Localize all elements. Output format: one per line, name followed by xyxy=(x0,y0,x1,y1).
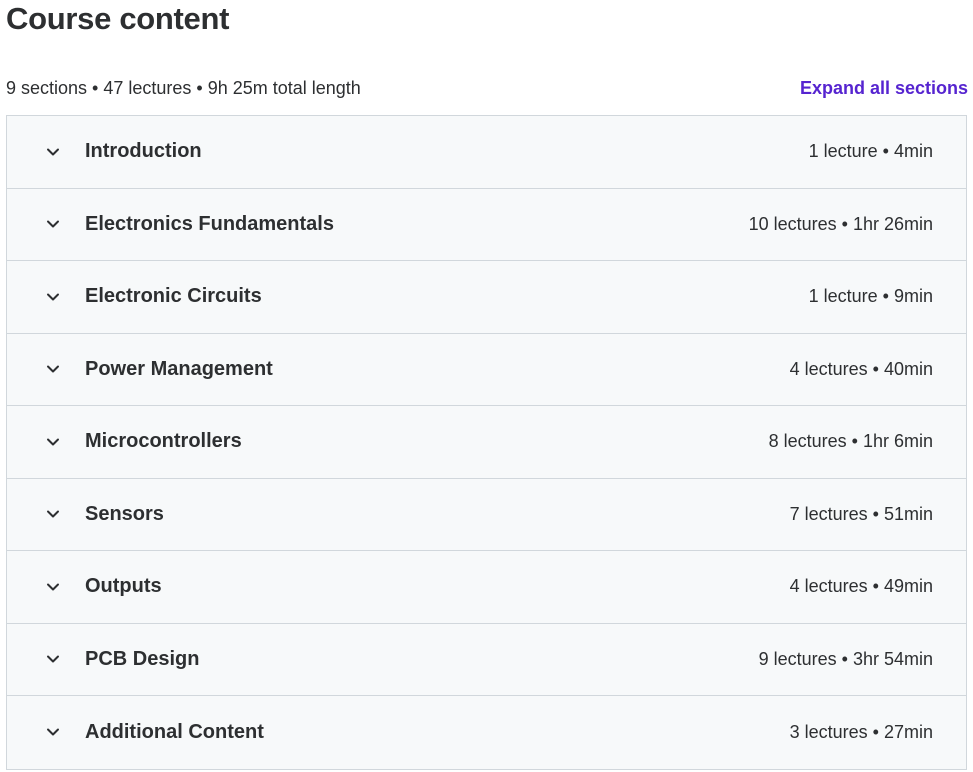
chevron-down-icon xyxy=(45,506,61,522)
section-row[interactable]: Sensors 7 lectures • 51min xyxy=(7,478,966,551)
section-title: Additional Content xyxy=(85,720,264,743)
chevron-down-icon xyxy=(45,724,61,740)
chevron-down-icon xyxy=(45,216,61,232)
section-meta: 10 lectures • 1hr 26min xyxy=(748,213,933,234)
chevron-down-icon xyxy=(45,144,61,160)
section-row[interactable]: Electronics Fundamentals 10 lectures • 1h… xyxy=(7,188,966,261)
chevron-down-icon xyxy=(45,651,61,667)
section-meta: 1 lecture • 9min xyxy=(808,286,933,307)
section-row[interactable]: PCB Design 9 lectures • 3hr 54min xyxy=(7,623,966,696)
section-title: Power Management xyxy=(85,357,273,380)
section-title: Introduction xyxy=(85,140,202,163)
section-title: Electronic Circuits xyxy=(85,285,262,308)
section-list: Introduction 1 lecture • 4min Electronics … xyxy=(6,115,967,770)
section-meta: 8 lectures • 1hr 6min xyxy=(768,431,933,452)
chevron-down-icon xyxy=(45,579,61,595)
section-title: Outputs xyxy=(85,575,162,598)
section-meta: 7 lectures • 51min xyxy=(789,503,933,524)
chevron-down-icon xyxy=(45,289,61,305)
section-title: PCB Design xyxy=(85,647,200,670)
section-title: Sensors xyxy=(85,502,164,525)
section-row[interactable]: Electronic Circuits 1 lecture • 9min xyxy=(7,261,966,334)
section-row[interactable]: Power Management 4 lectures • 40min xyxy=(7,333,966,406)
section-meta: 4 lectures • 40min xyxy=(789,358,933,379)
course-content-panel: Course content 9 sections • 47 lectures … xyxy=(0,0,973,772)
page-title: Course content xyxy=(6,1,230,36)
course-summary-bar: 9 sections • 47 lectures • 9h 25m total … xyxy=(6,73,968,103)
section-title: Electronics Fundamentals xyxy=(85,212,334,235)
chevron-down-icon xyxy=(45,361,61,377)
expand-all-sections-button[interactable]: Expand all sections xyxy=(800,78,968,99)
section-row[interactable]: Additional Content 3 lectures • 27min xyxy=(7,696,966,769)
section-title: Microcontrollers xyxy=(85,430,242,453)
section-meta: 9 lectures • 3hr 54min xyxy=(758,648,933,669)
course-summary-text: 9 sections • 47 lectures • 9h 25m total … xyxy=(6,77,361,98)
section-row[interactable]: Introduction 1 lecture • 4min xyxy=(7,116,966,189)
section-meta: 3 lectures • 27min xyxy=(789,721,933,742)
section-meta: 4 lectures • 49min xyxy=(789,576,933,597)
section-row[interactable]: Outputs 4 lectures • 49min xyxy=(7,551,966,624)
section-meta: 1 lecture • 4min xyxy=(808,141,933,162)
section-row[interactable]: Microcontrollers 8 lectures • 1hr 6min xyxy=(7,406,966,479)
chevron-down-icon xyxy=(45,434,61,450)
